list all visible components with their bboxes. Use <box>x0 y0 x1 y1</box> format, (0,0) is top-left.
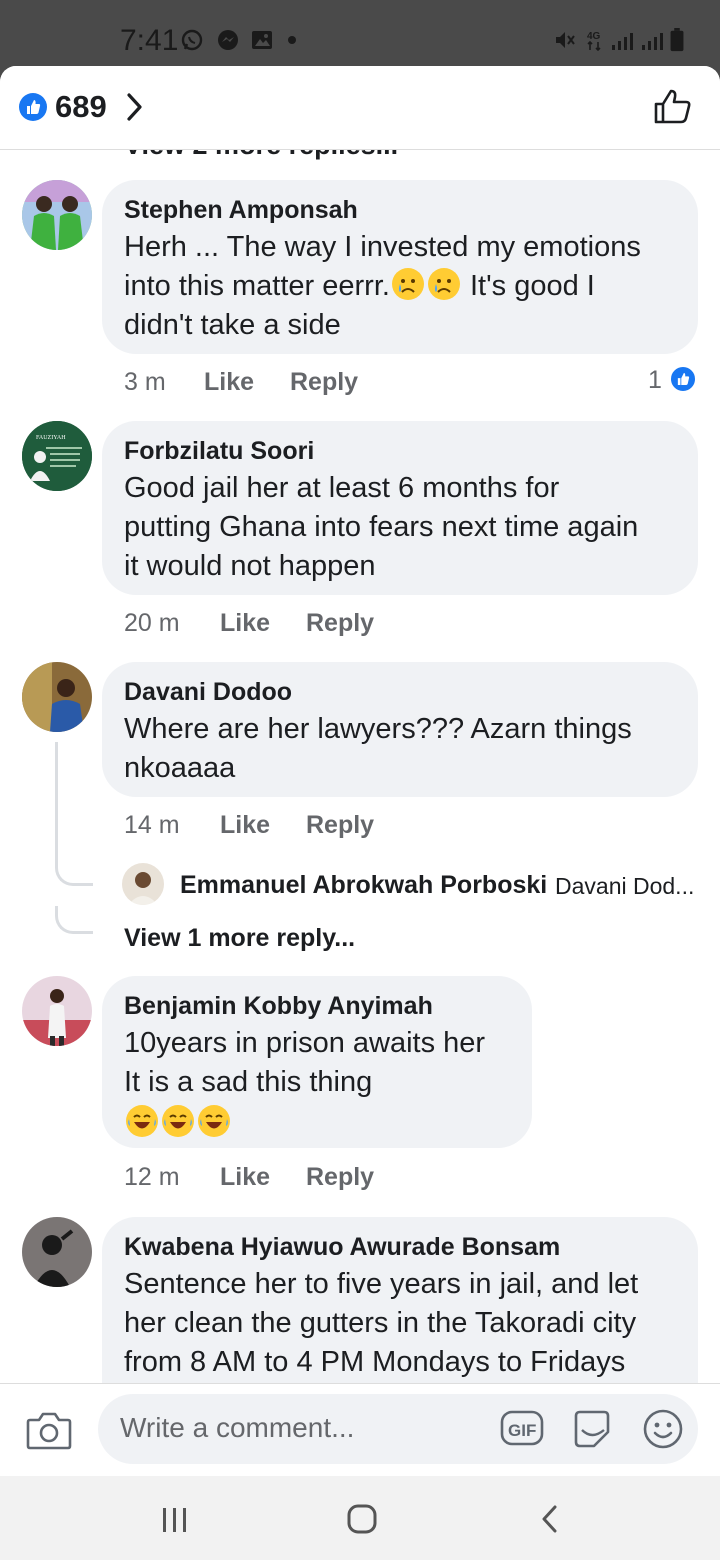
comment-time: 3 m <box>124 368 166 396</box>
chevron-right-icon[interactable] <box>124 90 146 124</box>
laughing-emoji-icon <box>162 1105 194 1137</box>
comment-bubble[interactable]: Stephen Amponsah Herh ... The way I inve… <box>102 180 698 354</box>
avatar[interactable] <box>22 1217 92 1287</box>
comment-bubble[interactable]: Benjamin Kobby Anyimah 10years in prison… <box>102 976 532 1148</box>
reply-author[interactable]: Emmanuel Abrokwah Porboski <box>180 871 547 900</box>
avatar[interactable] <box>22 180 92 250</box>
sticker-icon[interactable] <box>570 1408 614 1452</box>
svg-text:FAUZIYAH: FAUZIYAH <box>36 435 66 441</box>
thumbs-up-icon[interactable] <box>652 86 694 128</box>
notification-dot-icon <box>288 36 296 44</box>
svg-text:4G: 4G <box>587 31 601 42</box>
comment-text-line: didn't take a side <box>124 309 341 341</box>
comment-text-line: Sentence her to five years in jail, and … <box>124 1268 639 1300</box>
comment-text-line: Where are her lawyers??? Azarn things <box>124 713 632 745</box>
gallery-icon <box>252 31 272 49</box>
navigation-bar <box>0 1476 720 1560</box>
comment-time: 20 m <box>124 609 180 637</box>
like-reaction-icon <box>669 365 697 393</box>
comment-text-line: Good jail her at least 6 months for <box>124 472 560 504</box>
reaction-count[interactable]: 1 <box>648 366 662 395</box>
comment-text-line: it would not happen <box>124 550 376 582</box>
reply-preview-text[interactable]: Davani Dod... <box>555 873 694 900</box>
view-more-replies[interactable]: View 1 more reply... <box>124 924 355 953</box>
comment-text-line: nkoaaaa <box>124 752 236 784</box>
comment-bubble[interactable]: Davani Dodoo Where are her lawyers??? Az… <box>102 662 698 797</box>
gif-icon[interactable]: GIF <box>500 1408 544 1448</box>
4g-icon: 4G <box>587 31 601 52</box>
camera-icon[interactable] <box>26 1410 72 1450</box>
sad-face-emoji-icon <box>427 268 460 300</box>
whatsapp-icon <box>181 29 203 51</box>
like-button[interactable]: Like <box>204 368 254 397</box>
battery-icon <box>670 28 684 52</box>
laughing-emoji-icon <box>198 1105 230 1137</box>
comment-text-line: her clean the gutters in the Takoradi ci… <box>124 1307 637 1339</box>
home-icon[interactable] <box>346 1503 378 1535</box>
recents-icon[interactable] <box>160 1506 190 1534</box>
thread-connector <box>55 906 93 934</box>
comment-time: 14 m <box>124 811 180 839</box>
like-button[interactable]: Like <box>220 1163 270 1192</box>
status-time: 7:41 <box>120 24 179 57</box>
like-button[interactable]: Like <box>220 811 270 840</box>
reply-button[interactable]: Reply <box>290 368 358 397</box>
comment-author[interactable]: Stephen Amponsah <box>124 196 358 225</box>
comment-time: 12 m <box>124 1163 180 1191</box>
comment-input[interactable]: Write a comment... GIF <box>98 1394 698 1464</box>
comment-text-line: It is a sad this thing <box>124 1066 373 1098</box>
comment-text-line: from 8 AM to 4 PM Mondays to Fridays <box>124 1346 626 1378</box>
comment-text-line: into this matter eerrr. It's good I <box>124 268 595 302</box>
avatar[interactable] <box>22 976 92 1046</box>
back-icon[interactable] <box>538 1504 562 1534</box>
like-badge-icon <box>19 93 47 121</box>
reply-button[interactable]: Reply <box>306 609 374 638</box>
like-button[interactable]: Like <box>220 609 270 638</box>
signal-2-icon <box>642 33 663 50</box>
thread-line <box>55 742 58 862</box>
reply-button[interactable]: Reply <box>306 1163 374 1192</box>
comments-sheet: 689 View 2 more replies... Stephen Ampon… <box>0 66 720 1476</box>
reply-button[interactable]: Reply <box>306 811 374 840</box>
comment-bubble[interactable]: Forbzilatu Soori Good jail her at least … <box>102 421 698 595</box>
comment-author[interactable]: Davani Dodoo <box>124 678 292 707</box>
sad-face-emoji-icon <box>391 268 424 300</box>
mute-icon <box>556 32 575 48</box>
svg-text:GIF: GIF <box>508 1421 536 1440</box>
avatar[interactable]: FAUZIYAH <box>22 421 92 491</box>
avatar[interactable] <box>22 662 92 732</box>
comment-text-line: putting Ghana into fears next time again <box>124 511 639 543</box>
likes-count: 689 <box>55 89 107 124</box>
comment-emoji-line <box>124 1104 232 1143</box>
comment-author[interactable]: Kwabena Hyiawuo Awurade Bonsam <box>124 1233 560 1262</box>
status-bar: 7:41 4G <box>0 0 720 66</box>
comment-composer: Write a comment... GIF <box>0 1383 720 1476</box>
laughing-emoji-icon <box>126 1105 158 1137</box>
comment-author[interactable]: Benjamin Kobby Anyimah <box>124 992 433 1021</box>
comment-author[interactable]: Forbzilatu Soori <box>124 437 314 466</box>
emoji-icon[interactable] <box>642 1408 684 1450</box>
signal-icon <box>612 33 633 50</box>
avatar[interactable] <box>122 863 164 905</box>
reactions-header[interactable]: 689 <box>0 66 720 150</box>
comment-input-placeholder: Write a comment... <box>120 1412 355 1443</box>
comment-text-line: 10years in prison awaits her <box>124 1027 486 1059</box>
messenger-icon <box>218 30 238 50</box>
thread-connector <box>55 856 93 886</box>
comment-text-line: Herh ... The way I invested my emotions <box>124 231 641 263</box>
